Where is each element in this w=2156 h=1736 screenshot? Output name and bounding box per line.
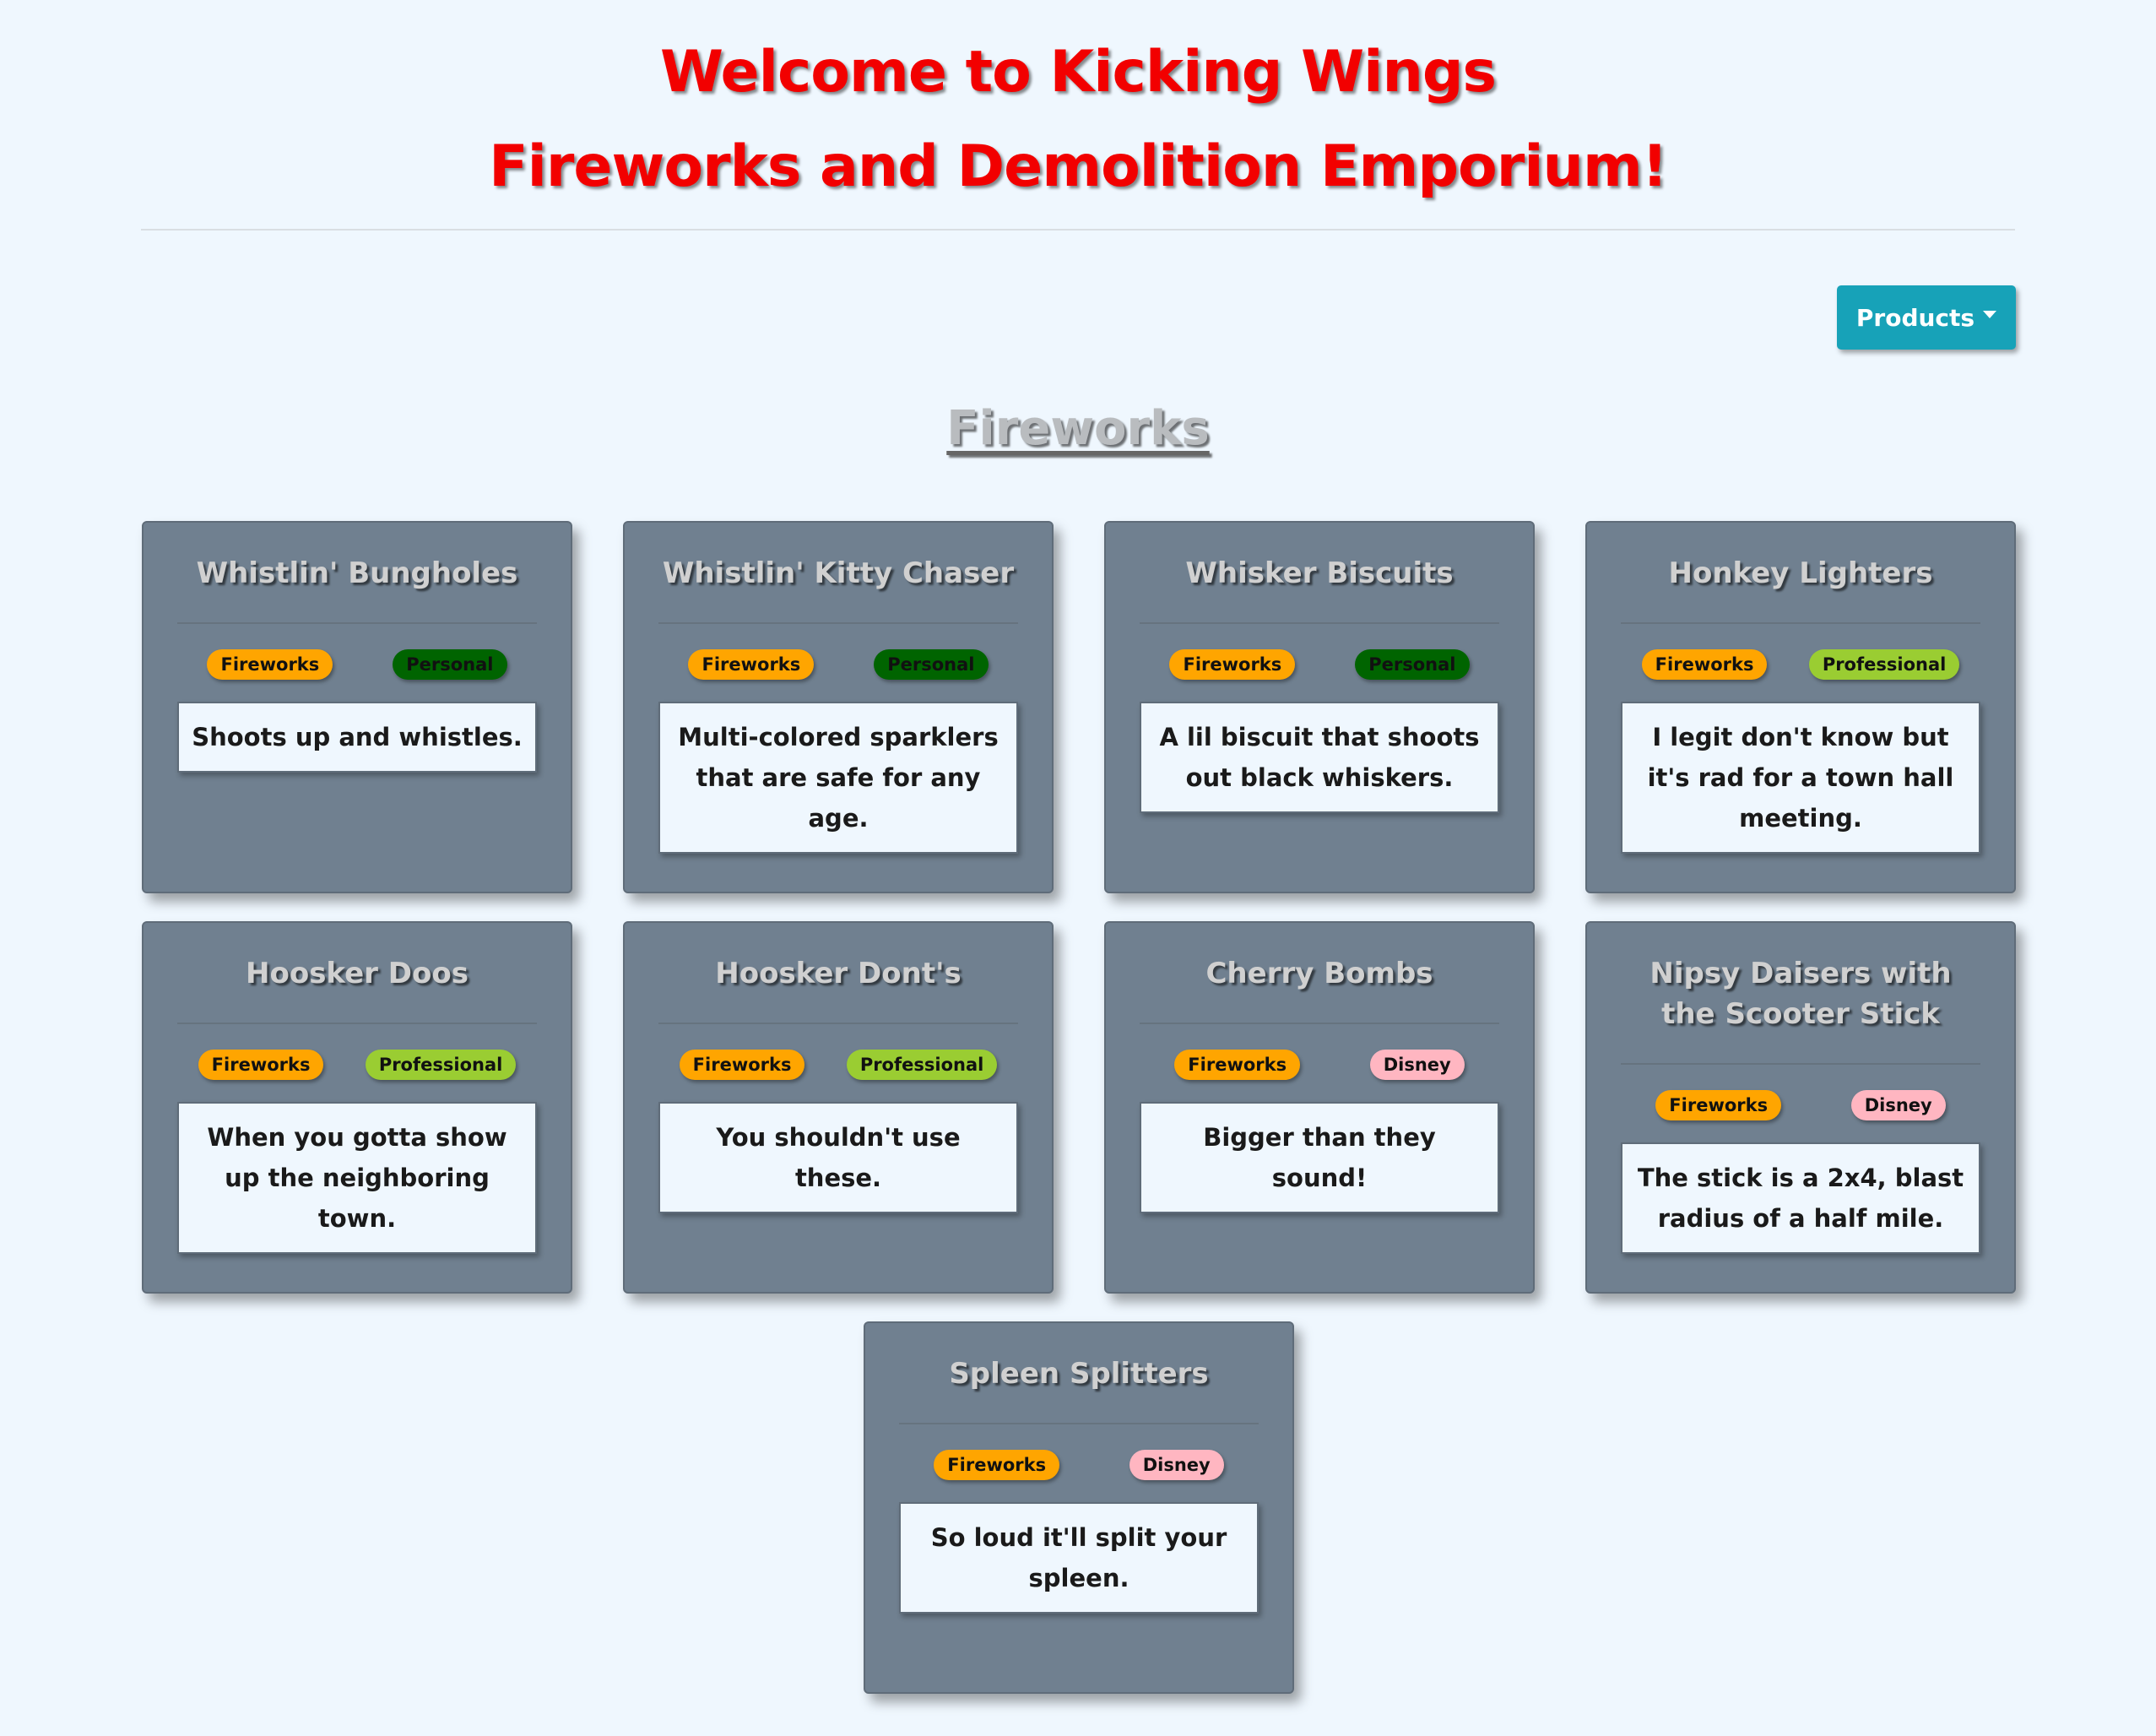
page-title-line-1: Welcome to Kicking Wings bbox=[659, 39, 1497, 106]
page-title-line-2: Fireworks and Demolition Emporium! bbox=[489, 133, 1668, 200]
product-description: Multi-colored sparklers that are safe fo… bbox=[658, 702, 1018, 854]
product-description: I legit don't know but it's rad for a to… bbox=[1621, 702, 1980, 854]
product-name: Honkey Lighters bbox=[1621, 553, 1980, 624]
category-badge: Fireworks bbox=[679, 1050, 805, 1080]
product-name: Whistlin' Kitty Chaser bbox=[658, 553, 1018, 624]
product-card: Whistlin' Bungholes Fireworks Personal Shoo… bbox=[142, 521, 572, 893]
tier-badge: Personal bbox=[1355, 649, 1470, 680]
product-description: Bigger than they sound! bbox=[1140, 1102, 1499, 1213]
product-description: Shoots up and whistles. bbox=[177, 702, 537, 773]
products-dropdown-button[interactable]: Products bbox=[1837, 285, 2016, 350]
product-card: Hoosker Dont's Fireworks Professional You s… bbox=[623, 921, 1054, 1294]
product-description: So loud it'll split your spleen. bbox=[899, 1502, 1259, 1614]
product-card: Whistlin' Kitty Chaser Fireworks Personal M… bbox=[623, 521, 1054, 893]
product-badges: Fireworks Disney bbox=[1621, 1065, 1980, 1142]
product-badges: Fireworks Disney bbox=[1140, 1024, 1499, 1102]
tier-badge: Professional bbox=[1808, 649, 1960, 680]
product-card: Spleen Splitters Fireworks Disney So loud i… bbox=[864, 1321, 1294, 1694]
product-card: Nipsy Daisers with the Scooter Stick Fire… bbox=[1585, 921, 2016, 1294]
tier-badge: Professional bbox=[846, 1050, 998, 1080]
product-name: Cherry Bombs bbox=[1140, 953, 1499, 1024]
header-divider bbox=[141, 229, 2015, 231]
product-badges: Fireworks Professional bbox=[1621, 624, 1980, 702]
category-badge: Fireworks bbox=[1655, 1090, 1782, 1120]
product-name: Hoosker Doos bbox=[177, 953, 537, 1024]
product-badges: Fireworks Professional bbox=[658, 1024, 1018, 1102]
category-badge: Fireworks bbox=[688, 649, 815, 680]
product-grid: Whistlin' Bungholes Fireworks Personal Shoo… bbox=[142, 521, 2016, 1694]
category-badge: Fireworks bbox=[1174, 1050, 1301, 1080]
product-badges: Fireworks Disney bbox=[899, 1424, 1259, 1502]
products-dropdown-label: Products bbox=[1855, 303, 1975, 332]
tier-badge: Personal bbox=[874, 649, 989, 680]
section-title: Fireworks bbox=[946, 401, 1210, 456]
product-card: Hoosker Doos Fireworks Professional When yo… bbox=[142, 921, 572, 1294]
category-badge: Fireworks bbox=[1641, 649, 1768, 680]
tier-badge: Personal bbox=[393, 649, 507, 680]
product-card: Whisker Biscuits Fireworks Personal A lil b… bbox=[1104, 521, 1535, 893]
product-description: The stick is a 2x4, blast radius of a ha… bbox=[1621, 1142, 1980, 1254]
category-badge: Fireworks bbox=[934, 1450, 1060, 1480]
section-heading: Fireworks bbox=[0, 401, 2156, 456]
product-name: Whisker Biscuits bbox=[1140, 553, 1499, 624]
product-name: Hoosker Dont's bbox=[658, 953, 1018, 1024]
tier-badge: Disney bbox=[1129, 1450, 1224, 1480]
category-badge: Fireworks bbox=[1169, 649, 1296, 680]
product-name: Spleen Splitters bbox=[899, 1354, 1259, 1424]
product-card: Cherry Bombs Fireworks Disney Bigger than t… bbox=[1104, 921, 1535, 1294]
product-name: Whistlin' Bungholes bbox=[177, 553, 537, 624]
tier-badge: Disney bbox=[1850, 1090, 1946, 1120]
product-badges: Fireworks Personal bbox=[1140, 624, 1499, 702]
product-description: You shouldn't use these. bbox=[658, 1102, 1018, 1213]
product-name: Nipsy Daisers with the Scooter Stick bbox=[1621, 953, 1980, 1065]
tier-badge: Disney bbox=[1369, 1050, 1465, 1080]
caret-down-icon bbox=[1983, 310, 1997, 318]
tier-badge: Professional bbox=[365, 1050, 517, 1080]
page-header: Welcome to Kicking Wings Fireworks and D… bbox=[0, 0, 2156, 214]
category-badge: Fireworks bbox=[207, 649, 333, 680]
product-description: When you gotta show up the neighboring t… bbox=[177, 1102, 537, 1254]
product-description: A lil biscuit that shoots out black whis… bbox=[1140, 702, 1499, 813]
category-badge: Fireworks bbox=[198, 1050, 324, 1080]
product-badges: Fireworks Personal bbox=[658, 624, 1018, 702]
product-card: Honkey Lighters Fireworks Professional I le… bbox=[1585, 521, 2016, 893]
product-badges: Fireworks Professional bbox=[177, 1024, 537, 1102]
product-badges: Fireworks Personal bbox=[177, 624, 537, 702]
